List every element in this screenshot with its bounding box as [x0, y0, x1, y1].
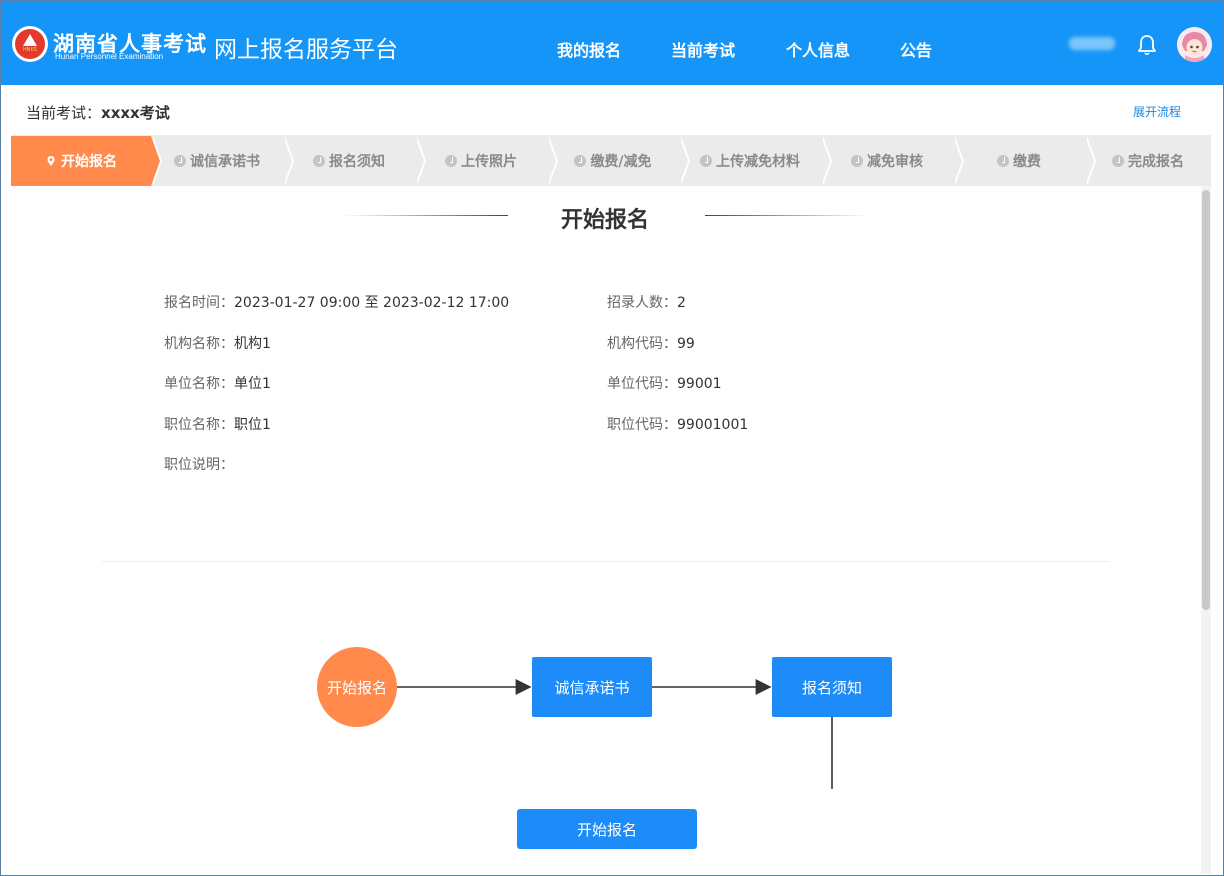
info-unit-code: 单位代码：99001	[607, 376, 722, 392]
flow-node-integrity-pledge: 诚信承诺书	[532, 657, 652, 717]
clock-icon	[700, 155, 712, 167]
clock-icon	[574, 155, 587, 167]
info-org-code: 机构代码：99	[607, 336, 695, 352]
user-avatar[interactable]	[1177, 27, 1212, 62]
title-line-left	[343, 215, 508, 216]
main-content	[11, 186, 1201, 874]
step-label: 开始报名	[61, 154, 117, 170]
info-position-code: 职位代码：99001001	[607, 417, 749, 433]
current-exam-bar: 当前考试：xxxx考试 展开流程	[11, 86, 1211, 136]
expand-flow-link[interactable]: 展开流程	[1133, 103, 1181, 120]
step-1[interactable]: 开始报名	[11, 136, 162, 186]
nav-my-registration[interactable]: 我的报名	[557, 37, 621, 61]
username-blurred[interactable]	[1069, 37, 1115, 50]
nav-announcements[interactable]: 公告	[900, 37, 932, 61]
clock-icon	[997, 155, 1009, 167]
avatar-illustration-icon	[1177, 27, 1212, 62]
step-label: 上传照片	[461, 154, 517, 170]
progress-steps: 开始报名 诚信承诺书 报名须知 上传照片 缴费/减免 上传减免材料 减免审核 缴费 完成报名	[11, 136, 1211, 186]
hnks-logo-icon: HNKS	[12, 26, 48, 62]
step-5[interactable]: 缴费/减免	[547, 136, 690, 186]
bell-icon[interactable]	[1135, 33, 1159, 57]
info-position-name: 职位名称：职位1	[164, 417, 271, 433]
top-header: HNKS 湖南省人事考试 Hunan Personnel Examination…	[1, 1, 1223, 85]
start-registration-button[interactable]: 开始报名	[517, 809, 697, 849]
nav-current-exam[interactable]: 当前考试	[671, 37, 735, 61]
platform-title: 网上报名服务平台	[214, 37, 398, 63]
info-org-name: 机构名称：机构1	[164, 336, 271, 352]
title-line-right	[705, 215, 870, 216]
step-label: 缴费	[1013, 154, 1041, 170]
clock-icon	[851, 155, 863, 167]
step-label: 诚信承诺书	[190, 154, 260, 170]
info-position-description: 职位说明：	[164, 457, 234, 473]
clock-icon	[445, 155, 457, 167]
current-exam-name: xxxx考试	[101, 104, 170, 122]
info-registration-time: 报名时间：2023-01-27 09:00 至 2023-02-12 17:00	[164, 295, 510, 311]
section-title: 开始报名	[560, 208, 649, 233]
nav-personal-info[interactable]: 个人信息	[786, 37, 850, 61]
brand-english-name: Hunan Personnel Examination	[55, 52, 164, 61]
flow-node-registration-notice: 报名须知	[772, 657, 892, 717]
info-unit-name: 单位名称：单位1	[164, 376, 271, 392]
step-label: 减免审核	[867, 154, 923, 170]
step-2[interactable]: 诚信承诺书	[151, 136, 294, 186]
step-9[interactable]: 完成报名	[1085, 136, 1211, 186]
content-divider	[102, 561, 1110, 562]
step-7[interactable]: 减免审核	[821, 136, 964, 186]
clock-icon	[174, 155, 186, 167]
step-label: 完成报名	[1128, 154, 1184, 170]
step-6[interactable]: 上传减免材料	[679, 136, 832, 186]
step-label: 上传减免材料	[716, 154, 800, 170]
clock-icon	[313, 155, 325, 167]
step-3[interactable]: 报名须知	[283, 136, 426, 186]
step-8[interactable]: 缴费	[953, 136, 1096, 186]
step-label: 缴费/减免	[590, 154, 652, 170]
scrollbar-thumb[interactable]	[1202, 190, 1210, 610]
current-exam-label: 当前考试：xxxx考试	[26, 104, 170, 122]
clock-icon	[1112, 155, 1124, 167]
info-quota: 招录人数：2	[607, 295, 686, 311]
step-4[interactable]: 上传照片	[415, 136, 558, 186]
flow-node-start: 开始报名	[317, 647, 397, 727]
step-label: 报名须知	[329, 154, 385, 170]
location-pin-icon	[45, 155, 57, 167]
